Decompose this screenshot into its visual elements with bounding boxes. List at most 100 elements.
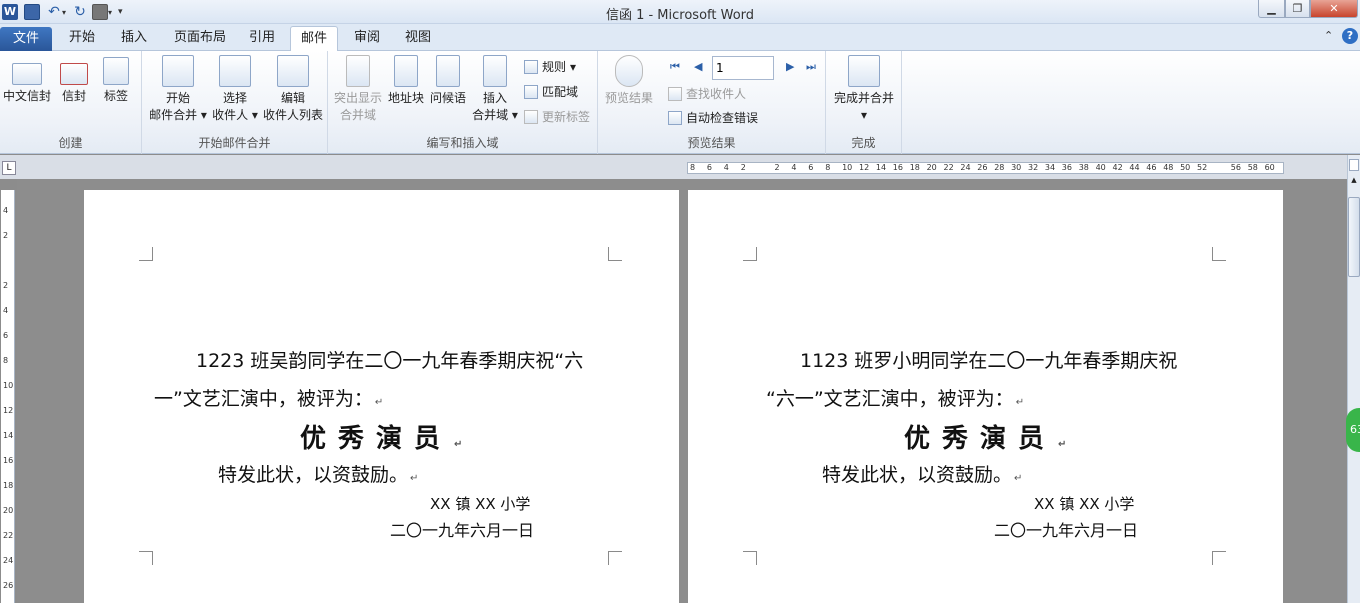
ruler-tick-label: 30 — [1011, 163, 1022, 172]
minimize-icon: ▁ — [1267, 2, 1276, 15]
highlight-merge-fields-button[interactable]: 突出显示 合并域 — [332, 55, 384, 124]
collapse-ribbon-icon[interactable]: ⌃ — [1324, 29, 1333, 42]
zoom-badge[interactable]: 63 — [1346, 408, 1360, 452]
edit-recipient-list-button[interactable]: 编辑 收件人列表 — [262, 55, 324, 124]
ruler-tick-label: 20 — [926, 163, 937, 172]
margin-corner-mark — [139, 551, 153, 565]
margin-corner-mark — [1212, 551, 1226, 565]
group-create: 中文信封 信封 标签 创建 — [0, 51, 142, 154]
record-number-input[interactable] — [712, 56, 774, 80]
certificate-date: 二〇一九年六月一日 — [994, 521, 1139, 540]
group-label-create: 创建 — [58, 136, 83, 150]
ruler-tick-label: 56 — [1230, 163, 1241, 172]
ruler-tick-label: 16 — [892, 163, 903, 172]
envelopes-button[interactable]: 信封 — [56, 55, 92, 105]
preview-icon — [615, 55, 643, 87]
check-errors-icon — [668, 111, 682, 125]
first-record-icon[interactable]: ⏮ — [670, 60, 680, 74]
certificate-date: 二〇一九年六月一日 — [390, 521, 535, 540]
envelope-icon — [12, 63, 42, 85]
tab-insert[interactable]: 插入 — [111, 26, 157, 51]
ruler-tick-label: 8 — [3, 356, 9, 365]
ruler-tick-label: 10 — [842, 163, 853, 172]
chinese-envelope-button[interactable]: 中文信封 — [2, 55, 52, 105]
ruler-tick-label: 6 — [808, 163, 814, 172]
scrollbar-thumb[interactable] — [1348, 197, 1360, 277]
ruler-tick-label: 26 — [977, 163, 988, 172]
previous-record-icon[interactable]: ◀ — [694, 60, 702, 73]
greeting-line-button[interactable]: 问候语 — [428, 55, 468, 107]
rules-button[interactable]: 规则 ▾ — [524, 57, 576, 77]
group-label-finish: 完成 — [851, 136, 876, 150]
tab-view[interactable]: 视图 — [395, 26, 441, 51]
ruler-tick-label: 52 — [1197, 163, 1208, 172]
vertical-scrollbar[interactable]: ▲ — [1347, 155, 1360, 603]
horizontal-ruler[interactable]: 8 6 4 2 2 4 6 8 10 12 14 16 18 20 22 24 26 28 30 32 34 36 38 40… — [687, 162, 1284, 174]
ruler-tick-label: 4 — [3, 206, 9, 215]
document-page-2[interactable]: 1123 班罗小明同学在二〇一九年春季期庆祝 “六一”文艺汇演中，被评为： ↵ 优… — [688, 190, 1283, 603]
ruler-tick-label: 40 — [1095, 163, 1106, 172]
last-record-icon[interactable]: ⏭ — [806, 60, 816, 74]
next-record-icon[interactable]: ▶ — [786, 60, 794, 73]
close-icon: ✕ — [1329, 2, 1339, 15]
ruler-tick-label: 22 — [3, 531, 14, 540]
tab-page-layout[interactable]: 页面布局 — [164, 26, 236, 51]
group-finish: 完成并合并 ▾ 完成 — [826, 51, 902, 154]
ruler-tick-label: 36 — [1061, 163, 1072, 172]
margin-corner-mark — [1212, 247, 1226, 261]
finish-merge-button[interactable]: 完成并合并 ▾ — [832, 55, 896, 124]
recipients-icon — [219, 55, 251, 87]
close-button[interactable]: ✕ — [1310, 0, 1358, 18]
ruler-tick-label: 24 — [3, 556, 14, 565]
labels-icon — [103, 57, 129, 85]
tab-selector-icon[interactable]: L — [2, 161, 16, 175]
find-recipient-button[interactable]: 查找收件人 — [668, 84, 746, 104]
address-block-icon — [394, 55, 418, 87]
match-fields-button[interactable]: 匹配域 — [524, 82, 578, 102]
scroll-up-icon[interactable]: ▲ — [1349, 175, 1359, 185]
start-mail-merge-button[interactable]: 开始 邮件合并 ▾ — [148, 55, 208, 124]
find-recipient-icon — [668, 87, 682, 101]
ruler-tick-label: 28 — [994, 163, 1005, 172]
match-fields-icon — [524, 85, 538, 99]
group-start-mail-merge: 开始 邮件合并 ▾ 选择 收件人 ▾ 编辑 收件人列表 开始邮件合并 — [142, 51, 328, 154]
ruler-tick-label: 14 — [3, 431, 14, 440]
tab-references[interactable]: 引用 — [239, 26, 285, 51]
insert-field-icon — [483, 55, 507, 87]
ruler-tick-label: 2 — [3, 231, 9, 240]
tab-mailings[interactable]: 邮件 — [290, 26, 339, 52]
tab-home[interactable]: 开始 — [59, 26, 105, 51]
update-labels-button[interactable]: 更新标签 — [524, 107, 590, 127]
insert-merge-field-button[interactable]: 插入 合并域 ▾ — [470, 55, 520, 124]
ruler-toggle-icon[interactable] — [1349, 159, 1359, 171]
minimize-button[interactable]: ▁ — [1258, 0, 1285, 18]
auto-check-errors-button[interactable]: 自动检查错误 — [668, 108, 758, 128]
envelope-icon — [60, 63, 88, 85]
group-preview-results: 预览结果 ⏮ ◀ ▶ ⏭ 查找收件人 自动检查错误 预览结果 — [598, 51, 826, 154]
ruler-tick-label: 32 — [1028, 163, 1039, 172]
tab-file[interactable]: 文件 — [0, 27, 52, 51]
ruler-tick-label: 20 — [3, 506, 14, 515]
select-recipients-button[interactable]: 选择 收件人 ▾ — [208, 55, 262, 124]
ruler-tick-label: 48 — [1163, 163, 1174, 172]
help-icon[interactable]: ? — [1342, 28, 1358, 44]
margin-corner-mark — [608, 551, 622, 565]
vertical-ruler[interactable]: 4 2 2 4 6 8 10 12 14 16 18 20 22 24 26 — [1, 190, 15, 603]
award-title: 优秀演员 ↵ — [904, 424, 1067, 454]
ruler-tick-label: 6 — [706, 163, 712, 172]
ruler-tick-label: 12 — [859, 163, 870, 172]
preview-results-button[interactable]: 预览结果 — [602, 55, 656, 107]
document-page-1[interactable]: 1223 班吴韵同学在二〇一九年春季期庆祝“六 一”文艺汇演中，被评为： ↵ 优秀… — [84, 190, 679, 603]
word-window: { "window": {"title": "信函 1 - Microsoft … — [0, 0, 1360, 603]
ruler-tick-label: 4 — [3, 306, 9, 315]
ruler-tick-label: 44 — [1129, 163, 1140, 172]
labels-button[interactable]: 标签 — [98, 55, 134, 105]
certificate-line-4: 特发此状，以资鼓励。 ↵ — [218, 464, 419, 486]
ruler-tick-label: 16 — [3, 456, 14, 465]
start-merge-icon — [162, 55, 194, 87]
ruler-tick-label: 58 — [1247, 163, 1258, 172]
margin-corner-mark — [743, 551, 757, 565]
address-block-button[interactable]: 地址块 — [386, 55, 426, 107]
restore-button[interactable]: ❐ — [1285, 0, 1310, 18]
tab-review[interactable]: 审阅 — [344, 26, 390, 51]
